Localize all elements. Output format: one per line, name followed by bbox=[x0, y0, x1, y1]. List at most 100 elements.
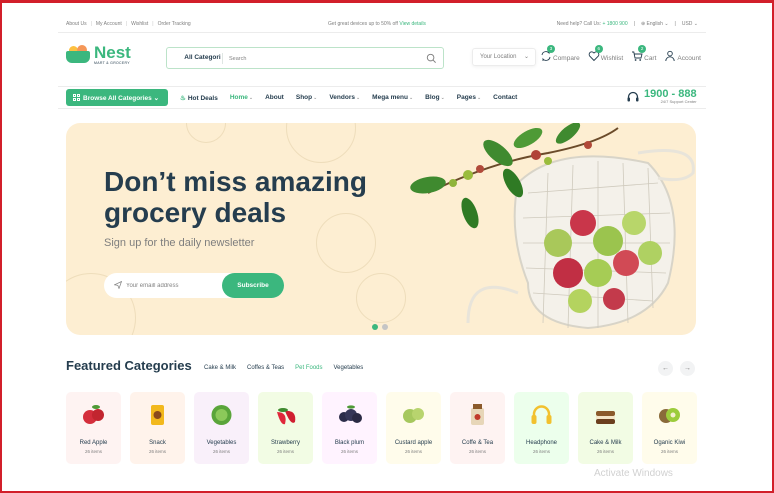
tab-coffes-teas[interactable]: Coffes & Teas bbox=[247, 365, 284, 371]
subscribe-button[interactable]: Subscribe bbox=[222, 273, 284, 298]
top-link-wishlist[interactable]: Wishlist bbox=[131, 21, 148, 27]
category-card[interactable]: Oganic Kiwi 26 items bbox=[642, 392, 697, 464]
header: Nest MART & GROCERY All Categori Your Lo… bbox=[58, 33, 706, 87]
browse-label: Browse All Categories bbox=[83, 95, 152, 102]
hero-title: Don’t miss amazing grocery deals bbox=[104, 166, 444, 228]
location-label: Your Location bbox=[480, 54, 517, 60]
nav-home[interactable]: Home⌄ bbox=[230, 94, 253, 102]
nav-vendors[interactable]: Vendors⌄ bbox=[329, 94, 360, 102]
category-count: 26 items bbox=[660, 449, 678, 454]
decor-circle bbox=[356, 273, 406, 323]
logo[interactable]: Nest MART & GROCERY bbox=[66, 43, 131, 65]
logo-name: Nest bbox=[94, 43, 131, 62]
arrow-left-icon[interactable]: ← bbox=[658, 361, 673, 376]
top-links: About Us | My Account | Wishlist | Order Tr… bbox=[66, 21, 191, 27]
browse-categories-button[interactable]: Browse All Categories ⌄ bbox=[66, 89, 168, 106]
category-card[interactable]: Snack 26 items bbox=[130, 392, 185, 464]
nav-about[interactable]: About bbox=[265, 94, 284, 102]
support-phone: 1900 - 888 bbox=[644, 88, 697, 100]
nav-mega-menu[interactable]: Mega menu⌄ bbox=[372, 94, 413, 102]
category-list: Red Apple 26 items Snack 26 items Vegeta… bbox=[66, 392, 697, 464]
top-link-order-tracking[interactable]: Order Tracking bbox=[158, 21, 191, 27]
location-select[interactable]: Your Location ⌄ bbox=[472, 48, 536, 66]
divider: | bbox=[90, 21, 92, 27]
nav-shop[interactable]: Shop⌄ bbox=[296, 94, 317, 102]
snack-icon bbox=[151, 405, 164, 425]
divider: | bbox=[125, 21, 128, 27]
category-name: Red Apple bbox=[79, 440, 108, 446]
carousel-arrows: ← → bbox=[658, 361, 695, 376]
category-count: 26 items bbox=[212, 449, 230, 454]
category-name: Headphone bbox=[525, 440, 558, 446]
grocery-cart-logo-icon bbox=[66, 45, 92, 65]
divider: | bbox=[633, 21, 635, 27]
category-card[interactable]: Cake & Milk 26 items bbox=[578, 392, 633, 464]
grid-icon bbox=[73, 94, 80, 101]
category-card[interactable]: Coffe & Tea 26 items bbox=[450, 392, 505, 464]
chevron-down-icon: ⌄ bbox=[523, 54, 529, 60]
promo-text: Get great devices up to 50% off bbox=[328, 21, 398, 27]
category-name: Coffe & Tea bbox=[461, 440, 494, 446]
category-card[interactable]: Vegetables 26 items bbox=[194, 392, 249, 464]
cart-button[interactable]: 2 Cart bbox=[631, 45, 657, 62]
header-actions: 3 Compare 6 Wishlist 2 Cart Account bbox=[540, 45, 701, 62]
promo-link[interactable]: View details bbox=[399, 21, 426, 27]
slider-dot-1[interactable] bbox=[372, 324, 378, 330]
user-icon bbox=[664, 50, 676, 62]
category-name: Snack bbox=[149, 440, 166, 446]
help-phone[interactable]: + 1800 900 bbox=[602, 21, 627, 27]
wishlist-button[interactable]: 6 Wishlist bbox=[588, 45, 624, 62]
category-card[interactable]: Strawberry 26 items bbox=[258, 392, 313, 464]
category-count: 26 items bbox=[596, 449, 614, 454]
category-card[interactable]: Custard apple 26 items bbox=[386, 392, 441, 464]
nav-about-label: About bbox=[265, 94, 284, 101]
search-input[interactable] bbox=[229, 52, 419, 65]
tab-vegetables[interactable]: Vegetables bbox=[334, 365, 364, 371]
compare-button[interactable]: 3 Compare bbox=[540, 45, 580, 62]
heart-icon: 6 bbox=[588, 45, 603, 62]
chevron-down-icon: ⌄ bbox=[476, 95, 482, 101]
arrow-right-icon[interactable]: → bbox=[680, 361, 695, 376]
tab-pet-foods[interactable]: Pet Foods bbox=[295, 365, 322, 371]
cart-label: Cart bbox=[644, 55, 657, 62]
custard-apple-icon bbox=[403, 408, 424, 423]
top-link-my-account[interactable]: My Account bbox=[96, 21, 122, 27]
category-count: 26 items bbox=[468, 449, 486, 454]
nav-contact-label: Contact bbox=[493, 94, 518, 101]
account-button[interactable]: Account bbox=[664, 50, 701, 62]
search-icon[interactable] bbox=[426, 53, 437, 64]
featured-title: Featured Categories bbox=[66, 358, 192, 373]
strawberry-icon bbox=[277, 408, 296, 425]
currency-selector[interactable]: USD ⌄ bbox=[682, 21, 698, 27]
chevron-down-icon: ⌄ bbox=[664, 21, 669, 27]
nav-contact[interactable]: Contact bbox=[493, 94, 517, 102]
nav-hot-deals[interactable]: ♨ Hot Deals bbox=[180, 94, 218, 102]
headset-icon bbox=[627, 91, 639, 101]
support-center[interactable]: 1900 - 888 24/7 Support Center bbox=[626, 89, 697, 104]
hero-subtitle: Sign up for the daily newsletter bbox=[104, 237, 255, 249]
category-card[interactable]: Red Apple 26 items bbox=[66, 392, 121, 464]
compare-count-badge: 3 bbox=[547, 45, 555, 53]
send-icon bbox=[114, 281, 122, 289]
category-count: 26 items bbox=[276, 449, 294, 454]
category-name: Vegetables bbox=[206, 440, 237, 446]
language-value: English bbox=[646, 21, 663, 27]
category-name: Custard apple bbox=[394, 440, 433, 446]
nav-blog[interactable]: Blog⌄ bbox=[425, 94, 445, 102]
help-line: Need help? Call Us: + 1800 900 bbox=[557, 21, 628, 27]
nav-pages[interactable]: Pages⌄ bbox=[457, 94, 481, 102]
category-count: 26 items bbox=[532, 449, 550, 454]
slider-dot-2[interactable] bbox=[382, 324, 388, 330]
tab-cake-milk[interactable]: Cake & Milk bbox=[204, 365, 236, 371]
email-input[interactable] bbox=[126, 279, 222, 292]
language-selector[interactable]: ⊕ English ⌄ bbox=[641, 21, 669, 27]
kiwi-icon bbox=[659, 408, 680, 423]
category-count: 26 items bbox=[148, 449, 166, 454]
top-link-about[interactable]: About Us bbox=[66, 21, 87, 27]
featured-tabs: Cake & Milk Coffes & Teas Pet Foods Vege… bbox=[204, 365, 363, 371]
hero-title-line1: Don’t miss amazing bbox=[104, 166, 367, 197]
category-card[interactable]: Headphone 26 items bbox=[514, 392, 569, 464]
wishlist-label: Wishlist bbox=[600, 55, 624, 62]
category-card[interactable]: Black plum 26 items bbox=[322, 392, 377, 464]
newsletter-form: Subscribe bbox=[104, 273, 284, 298]
